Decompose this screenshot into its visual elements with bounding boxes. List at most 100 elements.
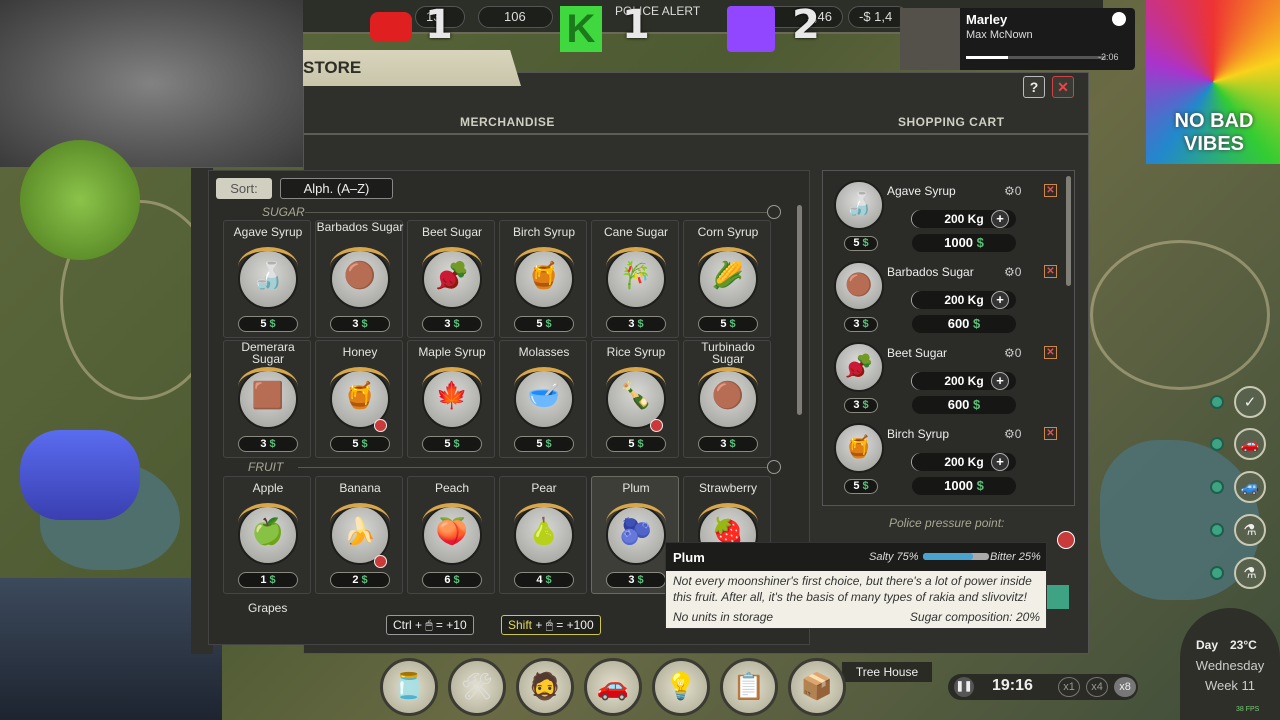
- cart-item-icon: 🍯: [834, 423, 884, 473]
- increase-button[interactable]: +: [991, 210, 1009, 228]
- youtube-icon: [370, 12, 412, 42]
- increase-button[interactable]: +: [991, 372, 1009, 390]
- side-action-4[interactable]: ⚗: [1210, 514, 1270, 546]
- shopping-cart-tab[interactable]: SHOPPING CART: [898, 115, 1005, 129]
- item-card[interactable]: Cane Sugar 🎋 3 $: [591, 220, 679, 338]
- cart-item: 🟤Barbados Sugar⚙0✕−200 Kg+600 $3 $: [834, 255, 1062, 333]
- item-card[interactable]: Honey 🍯 5 $: [315, 340, 403, 458]
- item-glyph: 🍯: [343, 381, 377, 411]
- remove-item-button[interactable]: ✕: [1044, 427, 1057, 440]
- dollar-icon: $: [859, 237, 869, 249]
- jug-icon[interactable]: 🫙: [380, 658, 438, 716]
- item-card[interactable]: Apple 🍏 1 $: [223, 476, 311, 594]
- dollar-icon: $: [726, 318, 736, 330]
- pause-button[interactable]: ❚❚: [954, 677, 974, 697]
- tooltip-title: Plum: [673, 550, 705, 565]
- item-card[interactable]: Turbinado Sugar 🟤 3 $: [683, 340, 771, 458]
- cart-item-name: Birch Syrup: [887, 427, 950, 441]
- help-button[interactable]: ?: [1023, 76, 1045, 98]
- controller-icon: [20, 430, 140, 520]
- sort-dropdown[interactable]: Alph. (A–Z): [280, 178, 393, 199]
- cart-scrollbar[interactable]: [1066, 176, 1071, 286]
- price-tag: 1 $: [238, 572, 298, 588]
- remove-item-button[interactable]: ✕: [1044, 265, 1057, 278]
- time-controls: ❚❚ 19:16 x1 x4 x8: [948, 674, 1138, 700]
- crate-icon[interactable]: 📦: [788, 658, 846, 716]
- collapse-sugar-icon[interactable]: [767, 205, 781, 219]
- item-card[interactable]: Barbados Sugar 🟤 3 $: [315, 220, 403, 338]
- price-tag: 5 $: [330, 436, 390, 452]
- side-action-5[interactable]: ⚗: [1210, 557, 1270, 589]
- item-card[interactable]: Banana 🍌 2 $: [315, 476, 403, 594]
- album-art: [900, 8, 960, 70]
- money-delta: -$ 1,4: [848, 6, 908, 28]
- item-glyph: 🫜: [435, 261, 469, 291]
- game-time: 19:16: [992, 677, 1033, 694]
- divider: [298, 467, 767, 468]
- item-name: Corn Syrup: [697, 225, 759, 239]
- spotify-widget: Marley Max McNown -2:06: [900, 8, 1135, 70]
- side-action-2[interactable]: 🚗: [1210, 428, 1270, 460]
- dollar-icon: $: [358, 574, 368, 586]
- item-card[interactable]: Corn Syrup 🌽 5 $: [683, 220, 771, 338]
- lightbulb-icon[interactable]: 💡: [652, 658, 710, 716]
- item-name: Maple Syrup: [418, 345, 486, 359]
- status-dot: [1210, 480, 1224, 494]
- cart-item-count: ⚙0: [1004, 427, 1022, 441]
- merch-scrollbar[interactable]: [797, 205, 802, 415]
- ctrl-key: Ctrl: [393, 618, 412, 632]
- spotify-icon: [1112, 12, 1126, 26]
- collapse-fruit-icon[interactable]: [767, 460, 781, 474]
- item-card[interactable]: Demerara Sugar 🟫 3 $: [223, 340, 311, 458]
- category-fruit: FRUIT: [248, 460, 284, 474]
- buy-button[interactable]: [1045, 585, 1069, 609]
- price-tag: 3 $: [422, 316, 482, 332]
- item-card[interactable]: Pear 🍐 4 $: [499, 476, 587, 594]
- store-title: STORE: [303, 50, 521, 86]
- day-label: Day: [1196, 638, 1219, 652]
- price-tag: 5 $: [606, 436, 666, 452]
- close-button[interactable]: ✕: [1052, 76, 1074, 98]
- item-name: Birch Syrup: [512, 225, 576, 239]
- road: [1090, 240, 1270, 390]
- dollar-icon: $: [542, 574, 552, 586]
- remove-item-button[interactable]: ✕: [1044, 346, 1057, 359]
- count-value: 0: [1014, 427, 1022, 441]
- speed-x8-button[interactable]: x8: [1114, 677, 1136, 697]
- speed-x1-button[interactable]: x1: [1058, 677, 1080, 697]
- item-name: Strawberry: [698, 481, 757, 495]
- side-action-3[interactable]: 🚙: [1210, 471, 1270, 503]
- character-icon[interactable]: 🧔: [516, 658, 574, 716]
- logo-text: NO BAD VIBES: [1174, 110, 1254, 155]
- increase-button[interactable]: +: [991, 291, 1009, 309]
- item-card[interactable]: Peach 🍑 6 $: [407, 476, 495, 594]
- dollar-icon: $: [358, 318, 368, 330]
- item-name: Beet Sugar: [421, 225, 483, 239]
- kick-icon: K: [560, 6, 602, 52]
- item-card[interactable]: Agave Syrup 🍶 5 $: [223, 220, 311, 338]
- category-sugar: SUGAR: [262, 205, 305, 219]
- remove-item-button[interactable]: ✕: [1044, 184, 1057, 197]
- dollar-icon: $: [859, 318, 869, 330]
- count-value: 0: [1014, 184, 1022, 198]
- dollar-icon: $: [450, 318, 460, 330]
- item-card[interactable]: Rice Syrup 🍾 5 $: [591, 340, 679, 458]
- side-action-1[interactable]: ✓: [1210, 386, 1270, 418]
- notes-icon[interactable]: 📋: [720, 658, 778, 716]
- temperature: 23°C: [1230, 638, 1257, 652]
- speed-x4-button[interactable]: x4: [1086, 677, 1108, 697]
- tools-icon[interactable]: 🛠: [448, 658, 506, 716]
- sort-button[interactable]: Sort:: [216, 178, 272, 199]
- cart-item-icon: 🟤: [834, 261, 884, 311]
- increase-button[interactable]: +: [991, 453, 1009, 471]
- item-card[interactable]: Molasses 🥣 5 $: [499, 340, 587, 458]
- dollar-icon: $: [358, 438, 368, 450]
- item-card[interactable]: Maple Syrup 🍁 5 $: [407, 340, 495, 458]
- cart-item-name: Agave Syrup: [887, 184, 956, 198]
- dollar-icon: $: [266, 438, 276, 450]
- item-card[interactable]: Beet Sugar 🫜 3 $: [407, 220, 495, 338]
- item-card[interactable]: Birch Syrup 🍯 5 $: [499, 220, 587, 338]
- car-icon[interactable]: 🚗: [584, 658, 642, 716]
- item-glyph: 🍌: [343, 517, 377, 547]
- merchandise-tab[interactable]: MERCHANDISE: [460, 115, 555, 129]
